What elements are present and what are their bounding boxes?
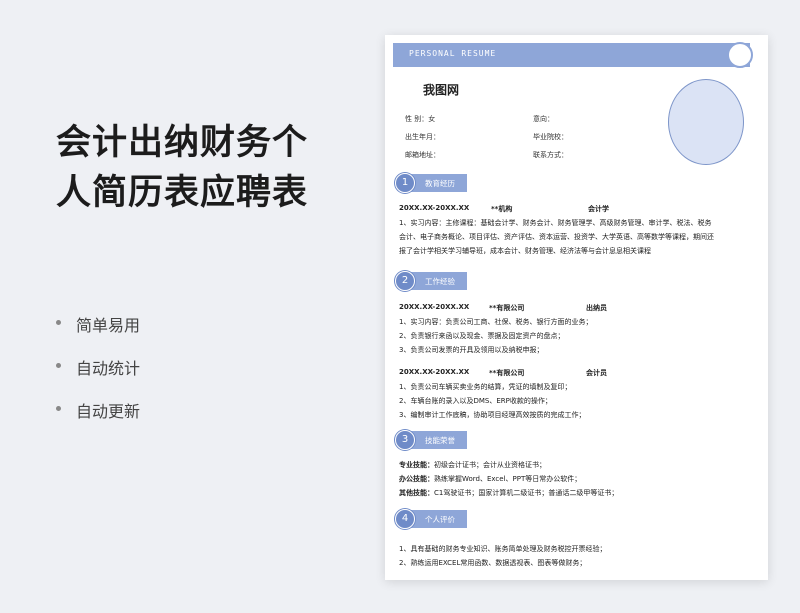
edu-date: 20XX.XX-20XX.XX [399, 204, 470, 212]
edu-line: 报了会计学相关学习辅导班，成本会计、财务管理、经济法等与会计息息相关课程 [399, 247, 651, 255]
edu-org: **机构 [491, 205, 513, 213]
info-contact: 联系方式： [533, 151, 568, 159]
edu-line: 1、实习内容：主修课程：基础会计学、财务会计、财务管理学、高级财务管理、审计学、… [399, 219, 712, 227]
skill-row: 专业技能：初级会计证书；会计从业资格证书； [399, 460, 546, 470]
section-number: 2 [395, 271, 415, 291]
resume-name: 我图网 [423, 83, 460, 97]
work2-line: 2、车辆台账的录入以及DMS、ERP收款的操作； [399, 397, 552, 405]
work1-date: 20XX.XX-20XX.XX [399, 303, 470, 311]
skill-label: 其他技能： [399, 489, 434, 497]
section-title: 技能荣誉 [425, 436, 455, 445]
section-bar: 技能荣誉 [407, 431, 467, 449]
work1-org: **有限公司 [489, 304, 525, 312]
section-title: 工作经验 [425, 277, 455, 286]
work2-line: 3、编制审计工作底稿，协助项目经理高效按质的完成工作； [399, 411, 586, 419]
evaluation-line: 1、具有基础的财务专业知识、账务简单处理及财务税控开票经验； [399, 545, 607, 553]
title-line-1: 会计出纳财务个 [56, 123, 309, 163]
edu-major: 会计学 [588, 205, 609, 213]
work2-date: 20XX.XX-20XX.XX [399, 368, 470, 376]
section-bar: 工作经验 [407, 272, 467, 290]
info-school: 毕业院校： [533, 133, 568, 141]
resume-header-text: PERSONAL RESUME [409, 49, 497, 58]
info-gender: 性 别：女 [405, 115, 436, 123]
section-title: 教育经历 [425, 179, 455, 188]
work2-line: 1、负责公司车辆买卖业务的结算，凭证的填制及复印； [399, 383, 572, 391]
skill-row: 办公技能：熟练掌握Word、Excel、PPT等日常办公软件； [399, 474, 581, 484]
section-title: 个人评价 [425, 515, 455, 524]
resume-header-bar: PERSONAL RESUME [393, 42, 753, 68]
feature-item: 自动更新 [56, 398, 140, 441]
feature-list: 简单易用 自动统计 自动更新 [56, 312, 140, 441]
resume-page: PERSONAL RESUME 我图网 性 别：女 意向： 出生年月： 毕业院校… [385, 35, 768, 580]
info-birth: 出生年月： [405, 133, 440, 141]
skill-text: C1驾驶证书；国家计算机二级证书；普通话二级甲等证书； [434, 489, 619, 497]
skill-text: 熟练掌握Word、Excel、PPT等日常办公软件； [434, 475, 582, 483]
skill-text: 初级会计证书；会计从业资格证书； [434, 461, 546, 469]
photo-placeholder [668, 79, 744, 165]
work1-line: 3、负责公司发票的开具及领用以及纳税申报； [399, 346, 544, 354]
title-line-2: 人简历表应聘表 [56, 173, 309, 213]
section-bar: 个人评价 [407, 510, 467, 528]
work2-role: 会计员 [586, 369, 607, 377]
info-intent: 意向： [533, 115, 554, 123]
work1-line: 1、实习内容：负责公司工商、社保、税务、银行方面的业务； [399, 318, 593, 326]
evaluation-line: 2、熟练运用EXCEL常用函数、数据透视表、图表等做财务； [399, 559, 587, 567]
section-number: 1 [395, 173, 415, 193]
left-title: 会计出纳财务个 人简历表应聘表 [56, 118, 356, 218]
section-number: 3 [395, 430, 415, 450]
work1-line: 2、负责银行来函以及现金、票据及固定资产的盘点； [399, 332, 565, 340]
section-number: 4 [395, 509, 415, 529]
work1-role: 出纳员 [586, 304, 607, 312]
edu-line: 会计、电子商务概论、项目评估、资产评估、资本运营、投资学、大学英语、高等数学等课… [399, 233, 714, 241]
info-email: 邮箱地址： [405, 151, 440, 159]
skill-label: 专业技能： [399, 461, 434, 469]
work2-org: **有限公司 [489, 369, 525, 377]
feature-item: 自动统计 [56, 355, 140, 398]
skill-label: 办公技能： [399, 475, 434, 483]
section-bar: 教育经历 [407, 174, 467, 192]
feature-item: 简单易用 [56, 312, 140, 355]
header-circle-decoration [727, 42, 753, 68]
skill-row: 其他技能：C1驾驶证书；国家计算机二级证书；普通话二级甲等证书； [399, 488, 618, 498]
